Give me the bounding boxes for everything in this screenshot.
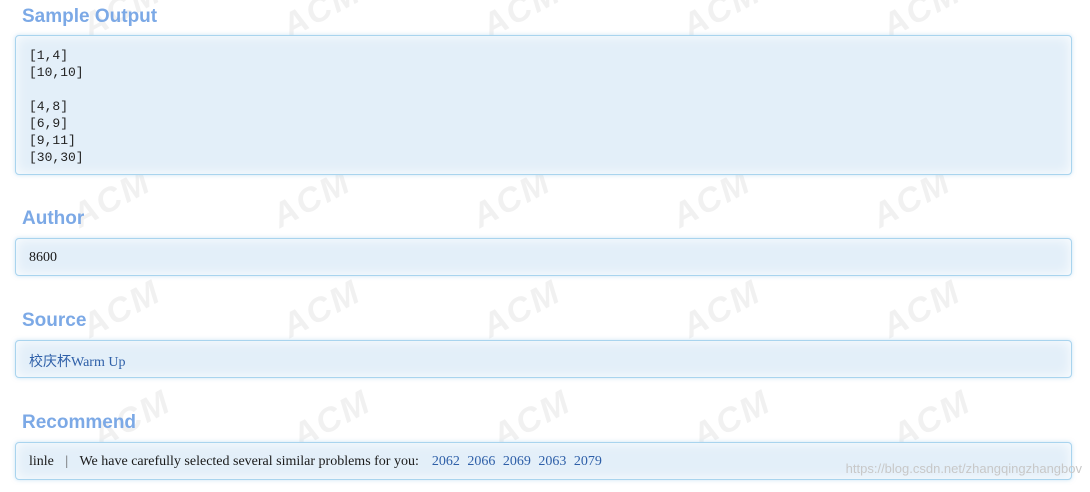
output-line: [6,9] (29, 116, 69, 131)
watermark-text: ACM (475, 272, 568, 346)
problem-link-2063[interactable]: 2063 (538, 454, 566, 469)
author-title: Author (22, 208, 85, 229)
sample-output-panel: [1,4] [10,10] [4,8] [6,9] [9,11] [30,30] (15, 35, 1072, 175)
watermark-text: ACM (75, 272, 168, 346)
recommend-separator: | (65, 454, 69, 469)
output-line: [4,8] (29, 99, 69, 114)
watermark-text: ACM (875, 272, 968, 346)
problem-link-2079[interactable]: 2079 (574, 454, 602, 469)
output-line: [30,30] (29, 150, 84, 165)
watermark-text: ACM (675, 272, 768, 346)
source-link[interactable]: 校庆杯Warm Up (29, 351, 125, 371)
problem-link-2069[interactable]: 2069 (503, 454, 531, 469)
output-line: [10,10] (29, 65, 84, 80)
recommend-row: linle | We have carefully selected sever… (29, 454, 606, 470)
blog-watermark: https://blog.csdn.net/zhangqingzhangbov (845, 461, 1082, 476)
recommend-title: Recommend (22, 412, 137, 433)
author-name: 8600 (29, 250, 57, 265)
sample-output-text: [1,4] [10,10] [4,8] [6,9] [9,11] [30,30] (29, 47, 84, 166)
sample-output-title: Sample Output (22, 6, 158, 27)
output-line: [9,11] (29, 133, 76, 148)
problem-link-2066[interactable]: 2066 (467, 454, 495, 469)
author-panel: 8600 (15, 238, 1072, 276)
source-panel: 校庆杯Warm Up (15, 340, 1072, 378)
watermark-text: ACM (275, 272, 368, 346)
problem-link-2062[interactable]: 2062 (432, 454, 460, 469)
source-title: Source (22, 310, 87, 331)
output-line: [1,4] (29, 48, 69, 63)
recommend-user: linle (29, 454, 54, 469)
recommend-message: We have carefully selected several simil… (79, 454, 419, 469)
